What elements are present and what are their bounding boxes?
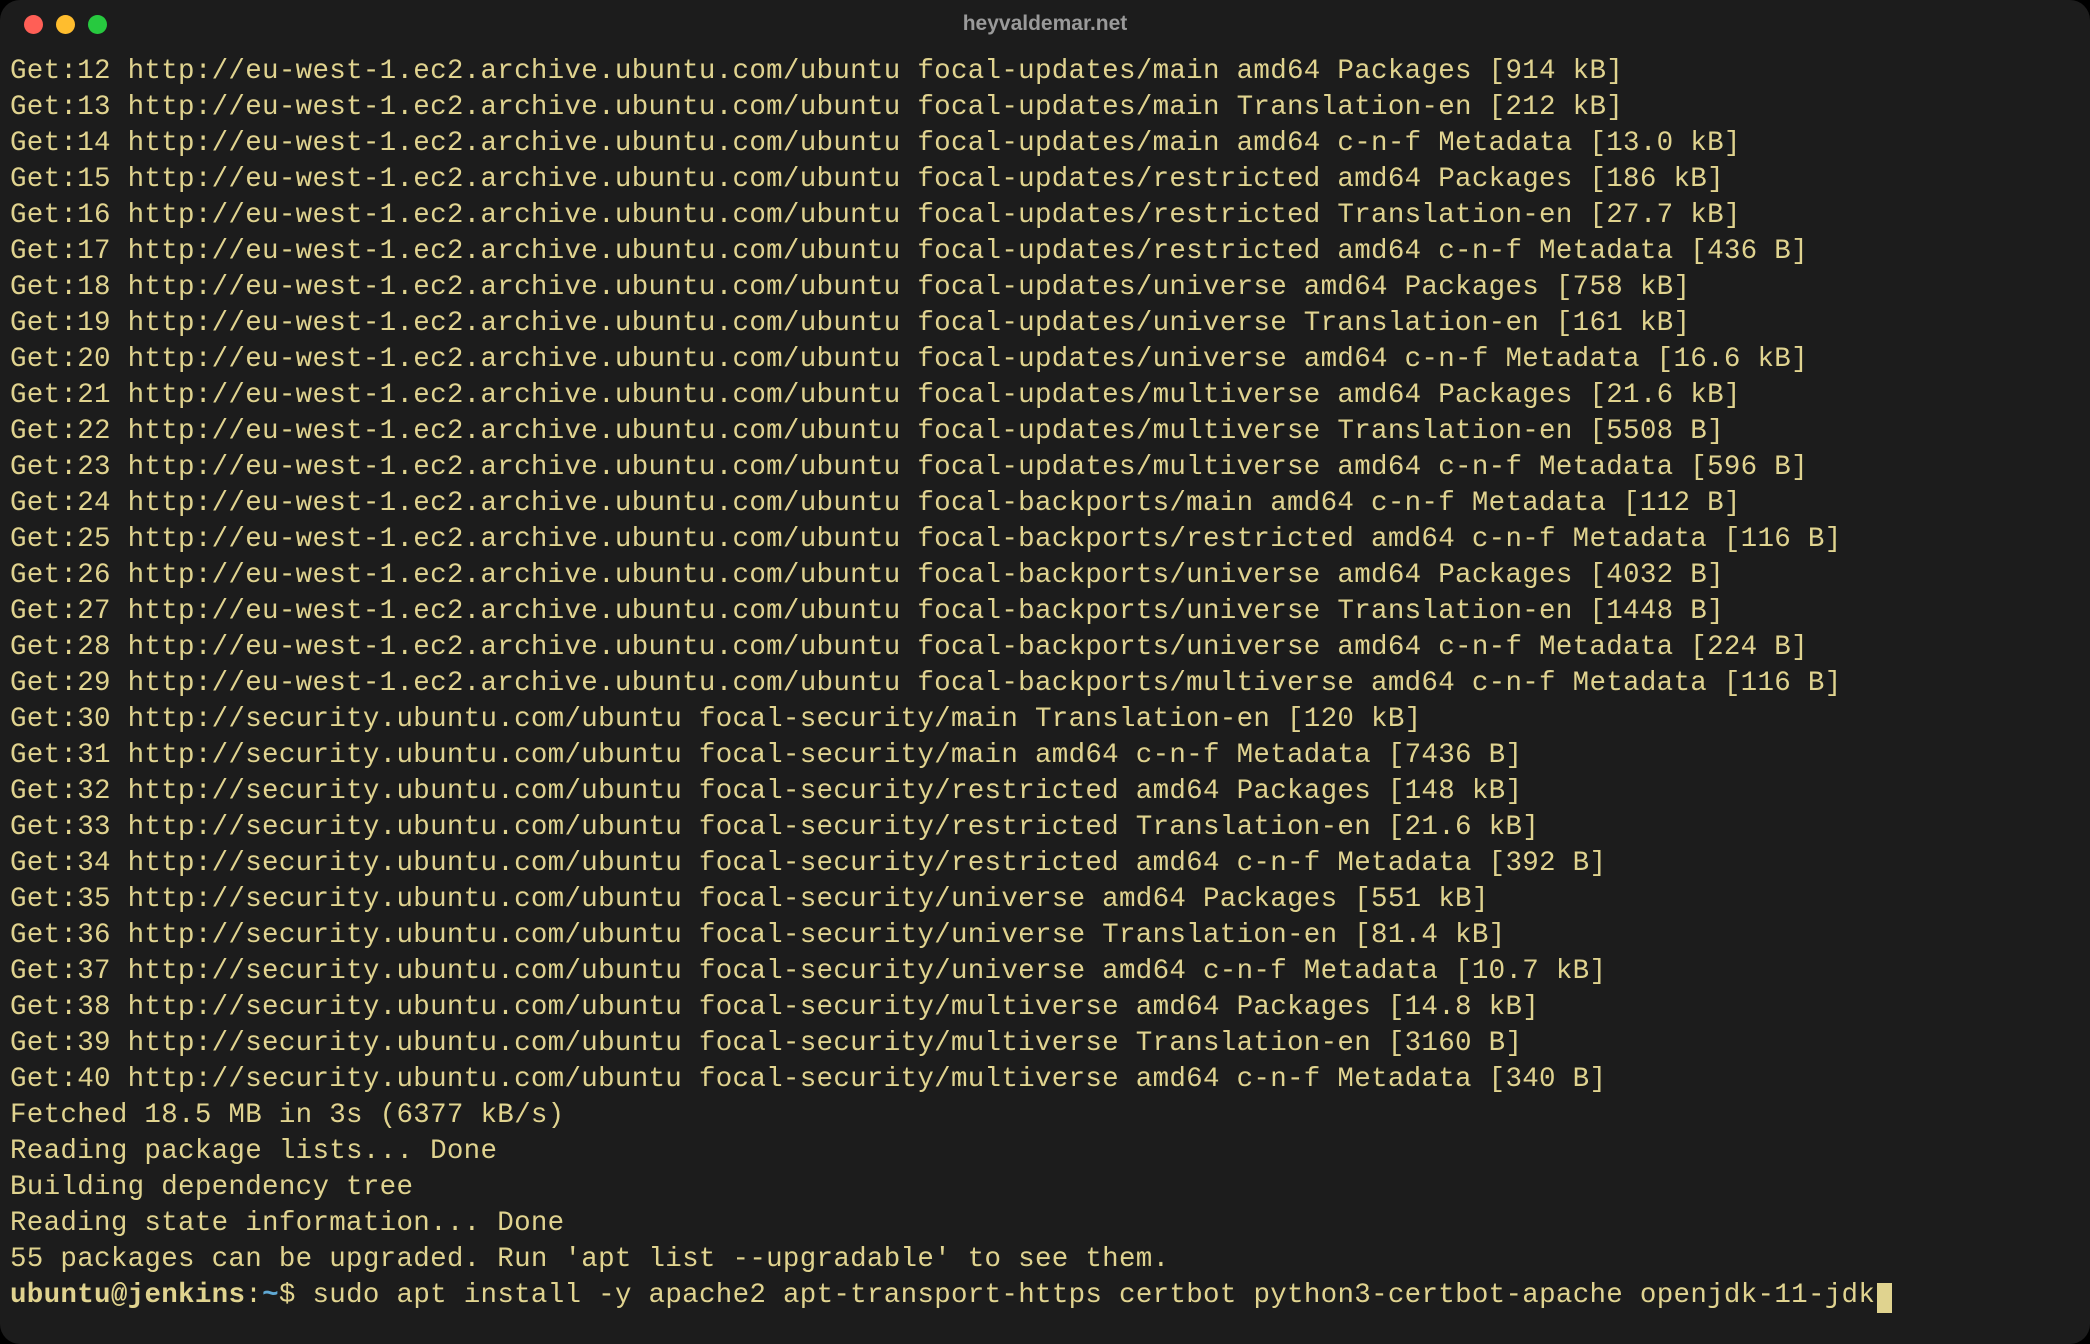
- prompt-dollar: $: [279, 1280, 313, 1311]
- output-line: Reading state information... Done: [10, 1206, 2080, 1242]
- output-line: Get:14 http://eu-west-1.ec2.archive.ubun…: [10, 126, 2080, 162]
- prompt-at: @: [111, 1280, 128, 1311]
- output-line: Get:29 http://eu-west-1.ec2.archive.ubun…: [10, 666, 2080, 702]
- output-line: Get:19 http://eu-west-1.ec2.archive.ubun…: [10, 306, 2080, 342]
- output-line: Get:40 http://security.ubuntu.com/ubuntu…: [10, 1062, 2080, 1098]
- maximize-window-button[interactable]: [88, 15, 107, 34]
- prompt-user: ubuntu: [10, 1280, 111, 1311]
- output-line: Get:20 http://eu-west-1.ec2.archive.ubun…: [10, 342, 2080, 378]
- output-line: Fetched 18.5 MB in 3s (6377 kB/s): [10, 1098, 2080, 1134]
- output-line: Get:36 http://security.ubuntu.com/ubuntu…: [10, 918, 2080, 954]
- output-line: Get:35 http://security.ubuntu.com/ubuntu…: [10, 882, 2080, 918]
- output-line: Get:32 http://security.ubuntu.com/ubuntu…: [10, 774, 2080, 810]
- output-line: Get:13 http://eu-west-1.ec2.archive.ubun…: [10, 90, 2080, 126]
- close-window-button[interactable]: [24, 15, 43, 34]
- window-controls: [24, 15, 107, 34]
- output-line: Get:27 http://eu-west-1.ec2.archive.ubun…: [10, 594, 2080, 630]
- output-line: Reading package lists... Done: [10, 1134, 2080, 1170]
- cursor-icon: [1877, 1283, 1892, 1313]
- output-line: Get:37 http://security.ubuntu.com/ubuntu…: [10, 954, 2080, 990]
- output-line: Get:16 http://eu-west-1.ec2.archive.ubun…: [10, 198, 2080, 234]
- output-line: Get:21 http://eu-west-1.ec2.archive.ubun…: [10, 378, 2080, 414]
- output-line: Get:26 http://eu-west-1.ec2.archive.ubun…: [10, 558, 2080, 594]
- window-titlebar: heyvaldemar.net: [0, 0, 2090, 48]
- output-line: Get:15 http://eu-west-1.ec2.archive.ubun…: [10, 162, 2080, 198]
- output-line: Building dependency tree: [10, 1170, 2080, 1206]
- output-line: Get:25 http://eu-west-1.ec2.archive.ubun…: [10, 522, 2080, 558]
- prompt-line: ubuntu@jenkins:~$ sudo apt install -y ap…: [10, 1278, 2080, 1314]
- output-line: Get:28 http://eu-west-1.ec2.archive.ubun…: [10, 630, 2080, 666]
- output-line: 55 packages can be upgraded. Run 'apt li…: [10, 1242, 2080, 1278]
- terminal-window: heyvaldemar.net Get:12 http://eu-west-1.…: [0, 0, 2090, 1344]
- output-line: Get:33 http://security.ubuntu.com/ubuntu…: [10, 810, 2080, 846]
- output-line: Get:18 http://eu-west-1.ec2.archive.ubun…: [10, 270, 2080, 306]
- output-line: Get:23 http://eu-west-1.ec2.archive.ubun…: [10, 450, 2080, 486]
- output-line: Get:30 http://security.ubuntu.com/ubuntu…: [10, 702, 2080, 738]
- output-line: Get:31 http://security.ubuntu.com/ubuntu…: [10, 738, 2080, 774]
- output-line: Get:17 http://eu-west-1.ec2.archive.ubun…: [10, 234, 2080, 270]
- output-line: Get:34 http://security.ubuntu.com/ubuntu…: [10, 846, 2080, 882]
- prompt-path: ~: [262, 1280, 279, 1311]
- prompt-colon: :: [245, 1280, 262, 1311]
- output-line: Get:24 http://eu-west-1.ec2.archive.ubun…: [10, 486, 2080, 522]
- minimize-window-button[interactable]: [56, 15, 75, 34]
- output-line: Get:39 http://security.ubuntu.com/ubuntu…: [10, 1026, 2080, 1062]
- terminal-output[interactable]: Get:12 http://eu-west-1.ec2.archive.ubun…: [0, 48, 2090, 1324]
- window-title: heyvaldemar.net: [0, 12, 2090, 36]
- output-line: Get:12 http://eu-west-1.ec2.archive.ubun…: [10, 54, 2080, 90]
- prompt-host: jenkins: [128, 1280, 246, 1311]
- command-input[interactable]: sudo apt install -y apache2 apt-transpor…: [313, 1280, 1876, 1311]
- output-line: Get:22 http://eu-west-1.ec2.archive.ubun…: [10, 414, 2080, 450]
- output-line: Get:38 http://security.ubuntu.com/ubuntu…: [10, 990, 2080, 1026]
